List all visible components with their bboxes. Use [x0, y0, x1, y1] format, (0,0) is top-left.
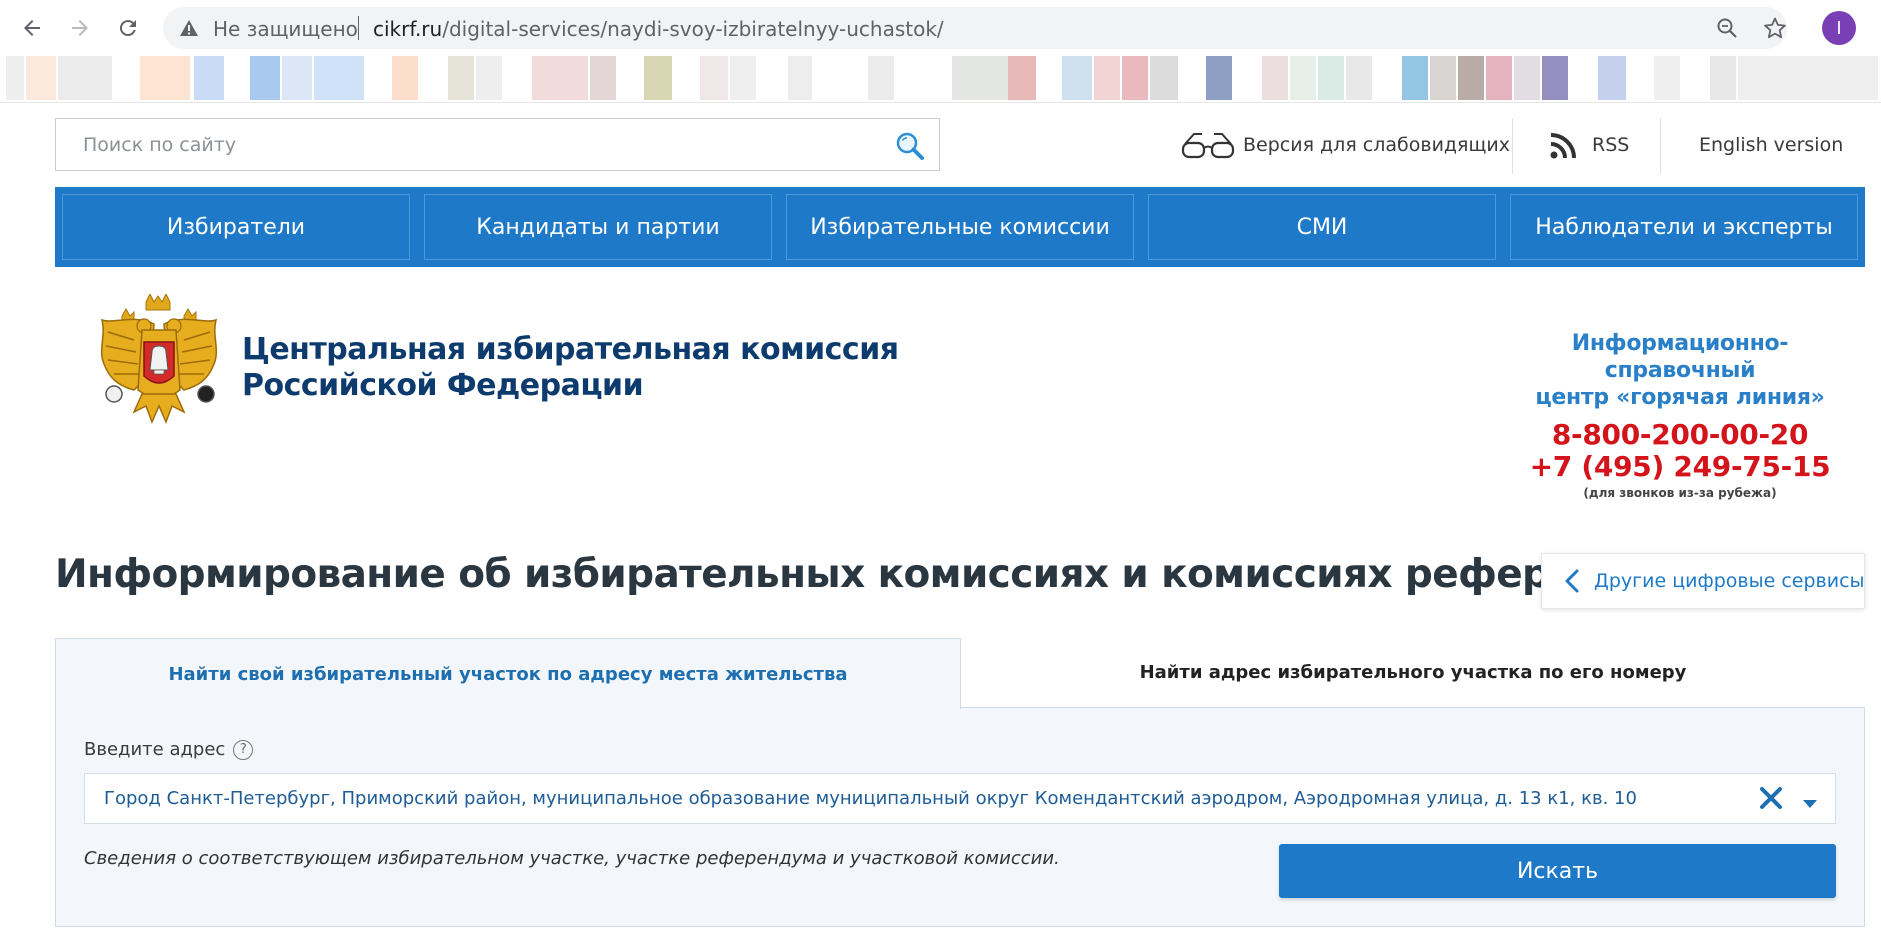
zoom-icon[interactable]: [1716, 17, 1738, 43]
back-icon[interactable]: [14, 10, 50, 46]
bookmark-blur[interactable]: [1262, 56, 1288, 100]
bookmark-blur[interactable]: [1430, 56, 1456, 100]
nav-item-commissions[interactable]: Избирательные комиссии: [786, 194, 1134, 260]
low-vision-link[interactable]: Версия для слабовидящих: [1243, 134, 1510, 156]
bookmark-blur[interactable]: [194, 56, 224, 100]
clear-icon[interactable]: [1759, 786, 1783, 814]
rss-icon[interactable]: [1550, 133, 1576, 163]
bookmark-blur[interactable]: [26, 56, 56, 100]
org-name[interactable]: Центральная избирательная комиссия Росси…: [242, 332, 899, 404]
chevron-down-icon[interactable]: [1803, 794, 1817, 813]
help-icon[interactable]: ?: [233, 739, 254, 760]
org-name-line1: Центральная избирательная комиссия: [242, 332, 899, 367]
bookmark-blur[interactable]: [448, 56, 474, 100]
glasses-icon: [1181, 130, 1235, 164]
header-divider: [1660, 118, 1661, 174]
hotline-phone-2[interactable]: +7 (495) 249-75-15: [1500, 451, 1860, 483]
bookmark-blur[interactable]: [140, 56, 190, 100]
bookmark-blur[interactable]: [58, 56, 112, 100]
other-services-label: Другие цифровые сервисы: [1594, 570, 1865, 592]
coat-of-arms-emblem[interactable]: [94, 292, 224, 434]
bookmark-blur[interactable]: [314, 56, 364, 100]
bookmark-blur[interactable]: [1514, 56, 1540, 100]
bookmark-blur[interactable]: [1710, 56, 1736, 100]
star-icon[interactable]: [1763, 16, 1787, 44]
page-title: Информирование об избирательных комиссия…: [55, 552, 1715, 597]
bookmark-blur[interactable]: [730, 56, 756, 100]
nav-item-candidates[interactable]: Кандидаты и партии: [424, 194, 772, 260]
bookmark-blur[interactable]: [1122, 56, 1148, 100]
bookmark-blur[interactable]: [1290, 56, 1316, 100]
rss-link[interactable]: RSS: [1592, 134, 1629, 156]
bookmark-blur[interactable]: [644, 56, 672, 100]
bookmark-blur[interactable]: [1062, 56, 1092, 100]
tab-find-by-address[interactable]: Найти свой избирательный участок по адре…: [55, 638, 961, 709]
forward-icon[interactable]: [62, 10, 98, 46]
hotline-title-1: Информационно-справочный: [1571, 331, 1789, 383]
bookmark-blur[interactable]: [1458, 56, 1484, 100]
hotline-title-2: центр «горячая линия»: [1535, 385, 1825, 410]
bookmark-blur[interactable]: [1402, 56, 1428, 100]
hotline-block: Информационно-справочный центр «горячая …: [1500, 330, 1860, 500]
header-divider: [1512, 118, 1513, 174]
address-bar[interactable]: Не защищено cikrf.ru/digital-services/na…: [163, 7, 1787, 49]
url-path: /digital-services/naydi-svoy-izbiratelny…: [442, 17, 944, 41]
bookmark-blur[interactable]: [1150, 56, 1178, 100]
profile-avatar[interactable]: I: [1822, 11, 1856, 45]
bookmark-blur[interactable]: [1008, 56, 1036, 100]
address-label-text: Введите адрес: [84, 739, 226, 760]
bookmark-blur[interactable]: [788, 56, 812, 100]
chevron-left-icon: [1564, 569, 1580, 593]
bookmark-blur[interactable]: [868, 56, 894, 100]
bookmark-blur[interactable]: [532, 56, 588, 100]
search-icon[interactable]: [895, 131, 925, 165]
bookmark-blur[interactable]: [590, 56, 616, 100]
browser-toolbar: Не защищено cikrf.ru/digital-services/na…: [0, 0, 1881, 56]
bookmark-blur[interactable]: [1738, 56, 1878, 100]
bookmark-blur[interactable]: [1598, 56, 1626, 100]
warning-icon: [179, 18, 199, 42]
url-host: cikrf.ru: [373, 17, 443, 41]
bookmark-blur[interactable]: [952, 56, 1008, 100]
url-text[interactable]: cikrf.ru/digital-services/naydi-svoy-izb…: [373, 17, 944, 41]
reload-icon[interactable]: [110, 10, 146, 46]
bookmark-blur[interactable]: [282, 56, 312, 100]
bookmark-blur[interactable]: [1542, 56, 1568, 100]
bookmark-blur[interactable]: [250, 56, 280, 100]
english-version-link[interactable]: English version: [1699, 134, 1843, 156]
tab-find-by-number[interactable]: Найти адрес избирательного участка по ег…: [961, 638, 1865, 708]
address-input[interactable]: Город Санкт-Петербург, Приморский район,…: [84, 773, 1836, 824]
search-placeholder: Поиск по сайту: [83, 134, 237, 156]
address-value: Город Санкт-Петербург, Приморский район,…: [104, 788, 1637, 809]
hotline-note: (для звонков из-за рубежа): [1583, 486, 1777, 500]
nav-item-media[interactable]: СМИ: [1148, 194, 1496, 260]
bookmark-blur[interactable]: [392, 56, 418, 100]
bookmarks-bar: [0, 56, 1881, 100]
nav-item-voters[interactable]: Избиратели: [62, 194, 410, 260]
org-name-line2: Российской Федерации: [242, 368, 644, 403]
security-label[interactable]: Не защищено: [213, 17, 358, 41]
bookmark-blur[interactable]: [700, 56, 728, 100]
bookmark-blur[interactable]: [1318, 56, 1344, 100]
submit-search-button[interactable]: Искать: [1279, 844, 1836, 898]
bookmark-blur[interactable]: [476, 56, 502, 100]
bookmark-blur[interactable]: [1486, 56, 1512, 100]
other-services-button[interactable]: Другие цифровые сервисы: [1541, 553, 1865, 609]
bookmark-blur[interactable]: [1346, 56, 1372, 100]
bookmark-blur[interactable]: [1654, 56, 1680, 100]
omnibox-separator: [358, 16, 359, 40]
form-hint: Сведения о соответствующем избирательном…: [84, 848, 1060, 869]
site-search-input[interactable]: Поиск по сайту: [55, 118, 940, 171]
nav-item-observers[interactable]: Наблюдатели и эксперты: [1510, 194, 1858, 260]
bookmark-blur[interactable]: [1206, 56, 1232, 100]
bookmark-blur[interactable]: [1094, 56, 1120, 100]
chrome-divider: [0, 102, 1881, 103]
bookmark-blur[interactable]: [6, 56, 24, 100]
hotline-phone-1[interactable]: 8-800-200-00-20: [1500, 419, 1860, 451]
address-label: Введите адрес ?: [84, 739, 254, 760]
main-nav: Избиратели Кандидаты и партии Избиратель…: [55, 187, 1865, 267]
